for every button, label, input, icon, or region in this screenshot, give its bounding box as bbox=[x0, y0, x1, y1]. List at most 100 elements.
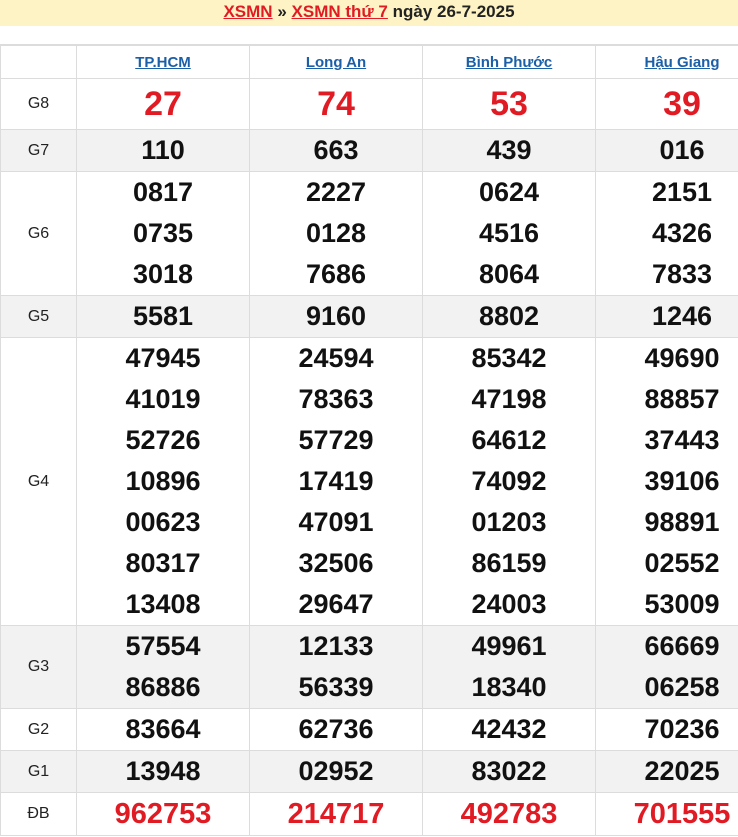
prize-cell: 110 bbox=[76, 129, 250, 172]
winning-number: 016 bbox=[659, 135, 705, 165]
prize-row-g8: G8 27 74 53 39 bbox=[0, 78, 738, 130]
winning-number: 47945 bbox=[125, 343, 201, 373]
winning-number: 24003 bbox=[471, 589, 547, 619]
winning-number: 86886 bbox=[125, 672, 201, 702]
prize-label: G8 bbox=[0, 78, 77, 130]
winning-number: 47198 bbox=[471, 384, 547, 414]
prize-cell: 83664 bbox=[76, 708, 250, 751]
winning-number: 88857 bbox=[644, 384, 720, 414]
prize-cell: 49690 88857 37443 39106 98891 02552 53009 bbox=[595, 337, 738, 626]
winning-number: 29647 bbox=[298, 589, 374, 619]
province-link[interactable]: Hậu Giang bbox=[644, 54, 719, 71]
winning-number: 0128 bbox=[305, 218, 367, 248]
results-table: TP.HCM Long An Bình Phước Hậu Giang G8 27… bbox=[0, 45, 738, 836]
winning-number: 663 bbox=[313, 135, 359, 165]
province-link[interactable]: Long An bbox=[306, 54, 366, 71]
prize-row-g7: G7 110 663 439 016 bbox=[0, 129, 738, 172]
prize-row-g4: G4 47945 41019 52726 10896 00623 80317 13408 245… bbox=[0, 337, 738, 626]
province-header: Hậu Giang bbox=[595, 45, 738, 79]
winning-number: 52726 bbox=[125, 425, 201, 455]
winning-number: 13408 bbox=[125, 589, 201, 619]
prize-label: G6 bbox=[0, 171, 77, 296]
prize-cell: 57554 86886 bbox=[76, 625, 250, 709]
prize-cell: 39 bbox=[595, 78, 738, 130]
prize-cell: 0624 4516 8064 bbox=[422, 171, 596, 296]
prize-cell: 492783 bbox=[422, 792, 596, 836]
winning-number: 3018 bbox=[132, 259, 194, 289]
province-link[interactable]: Bình Phước bbox=[466, 54, 553, 71]
draw-date: ngày 26-7-2025 bbox=[392, 2, 515, 21]
winning-number: 17419 bbox=[298, 466, 374, 496]
winning-number: 10896 bbox=[125, 466, 201, 496]
prize-cell: 962753 bbox=[76, 792, 250, 836]
results-title-bar: XSMN » XSMN thứ 7 ngày 26-7-2025 bbox=[0, 0, 738, 26]
winning-number: 9160 bbox=[305, 301, 367, 331]
prize-cell: 62736 bbox=[249, 708, 423, 751]
prize-cell: 66669 06258 bbox=[595, 625, 738, 709]
prize-cell: 701555 bbox=[595, 792, 738, 836]
prize-cell: 85342 47198 64612 74092 01203 86159 24003 bbox=[422, 337, 596, 626]
winning-number: 0735 bbox=[132, 218, 194, 248]
prize-cell: 214717 bbox=[249, 792, 423, 836]
winning-number: 80317 bbox=[125, 548, 201, 578]
prize-row-g2: G2 83664 62736 42432 70236 bbox=[0, 708, 738, 751]
winning-number: 66669 bbox=[644, 631, 720, 661]
prize-cell: 42432 bbox=[422, 708, 596, 751]
winning-number: 47091 bbox=[298, 507, 374, 537]
xsmn-link[interactable]: XSMN bbox=[223, 2, 272, 21]
prize-label: ĐB bbox=[0, 792, 77, 836]
winning-number: 5581 bbox=[132, 301, 194, 331]
prize-cell: 1246 bbox=[595, 295, 738, 338]
prize-cell: 74 bbox=[249, 78, 423, 130]
province-link[interactable]: TP.HCM bbox=[135, 54, 191, 71]
winning-number: 02952 bbox=[298, 756, 374, 786]
prize-cell: 24594 78363 57729 17419 47091 32506 29647 bbox=[249, 337, 423, 626]
winning-number: 57729 bbox=[298, 425, 374, 455]
province-header: Long An bbox=[249, 45, 423, 79]
winning-number: 18340 bbox=[471, 672, 547, 702]
winning-number: 70236 bbox=[644, 714, 720, 744]
winning-number: 32506 bbox=[298, 548, 374, 578]
winning-number: 0817 bbox=[132, 177, 194, 207]
prize-cell: 016 bbox=[595, 129, 738, 172]
winning-number: 27 bbox=[144, 85, 182, 123]
winning-number: 2227 bbox=[305, 177, 367, 207]
winning-number: 8064 bbox=[478, 259, 540, 289]
winning-number: 214717 bbox=[287, 798, 385, 830]
prize-label: G3 bbox=[0, 625, 77, 709]
winning-number: 24594 bbox=[298, 343, 374, 373]
winning-number: 85342 bbox=[471, 343, 547, 373]
winning-number: 0624 bbox=[478, 177, 540, 207]
prize-cell: 53 bbox=[422, 78, 596, 130]
prize-column-header bbox=[0, 45, 77, 79]
winning-number: 7833 bbox=[651, 259, 713, 289]
prize-cell: 8802 bbox=[422, 295, 596, 338]
winning-number: 62736 bbox=[298, 714, 374, 744]
prize-cell: 47945 41019 52726 10896 00623 80317 13408 bbox=[76, 337, 250, 626]
winning-number: 56339 bbox=[298, 672, 374, 702]
prize-cell: 9160 bbox=[249, 295, 423, 338]
winning-number: 37443 bbox=[644, 425, 720, 455]
prize-row-g3: G3 57554 86886 12133 56339 49961 18340 66669 062… bbox=[0, 625, 738, 709]
winning-number: 98891 bbox=[644, 507, 720, 537]
prize-label: G2 bbox=[0, 708, 77, 751]
winning-number: 13948 bbox=[125, 756, 201, 786]
prize-cell: 02952 bbox=[249, 750, 423, 793]
winning-number: 01203 bbox=[471, 507, 547, 537]
prize-row-g5: G5 5581 9160 8802 1246 bbox=[0, 295, 738, 338]
prize-cell: 663 bbox=[249, 129, 423, 172]
prize-label: G4 bbox=[0, 337, 77, 626]
xsmn-saturday-link[interactable]: XSMN thứ 7 bbox=[292, 2, 388, 21]
province-header: Bình Phước bbox=[422, 45, 596, 79]
prize-cell: 5581 bbox=[76, 295, 250, 338]
winning-number: 74 bbox=[317, 85, 355, 123]
winning-number: 64612 bbox=[471, 425, 547, 455]
winning-number: 4516 bbox=[478, 218, 540, 248]
prize-cell: 22025 bbox=[595, 750, 738, 793]
winning-number: 39 bbox=[663, 85, 701, 123]
breadcrumb-separator: » bbox=[277, 2, 287, 21]
winning-number: 83664 bbox=[125, 714, 201, 744]
prize-cell: 49961 18340 bbox=[422, 625, 596, 709]
prize-cell: 70236 bbox=[595, 708, 738, 751]
prize-row-g1: G1 13948 02952 83022 22025 bbox=[0, 750, 738, 793]
